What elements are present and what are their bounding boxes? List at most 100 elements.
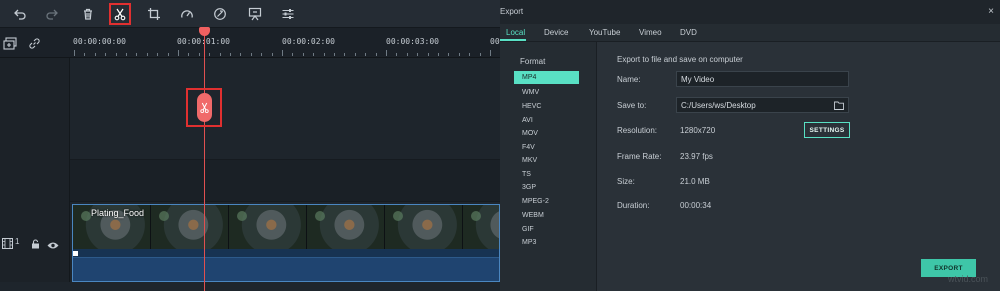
playhead-line	[204, 28, 205, 291]
format-item-3gp[interactable]: 3GP	[514, 181, 579, 194]
undo-icon[interactable]	[10, 4, 30, 24]
clip-label: Plating_Food	[91, 208, 145, 218]
tab-local[interactable]: Local	[506, 28, 525, 37]
timecode-label: 00	[490, 37, 500, 46]
timeline-ruler-row: 00:00:00:00 00:00:01:00 00:00:02:00 00:0…	[0, 28, 500, 58]
settings-button[interactable]: SETTINGS	[804, 122, 850, 138]
ruler-tick	[417, 53, 419, 56]
close-icon[interactable]: ×	[985, 6, 997, 18]
clip-thumbnail	[307, 205, 385, 249]
adjust-icon[interactable]	[278, 4, 298, 24]
ruler-tick	[250, 53, 252, 56]
frame-rate-value: 23.97 fps	[680, 152, 713, 161]
speed-icon[interactable]	[177, 4, 197, 24]
timecode-label: 00:00:03:00	[386, 37, 439, 46]
resolution-label: Resolution:	[617, 126, 658, 135]
tab-dvd[interactable]: DVD	[680, 28, 697, 37]
ruler-tick	[105, 53, 107, 56]
dialog-title: Export	[500, 7, 524, 16]
format-item-wmv[interactable]: WMV	[514, 86, 579, 99]
format-item-ts[interactable]: TS	[514, 168, 579, 181]
format-item-mkv[interactable]: MKV	[514, 154, 579, 167]
format-item-gif[interactable]: GIF	[514, 223, 579, 236]
size-label: Size:	[617, 177, 635, 186]
link-icon[interactable]	[28, 37, 41, 50]
empty-track	[0, 58, 500, 160]
ruler-tick	[136, 53, 138, 56]
delete-icon[interactable]	[78, 4, 98, 24]
video-clip[interactable]: Plating_Food	[72, 204, 500, 282]
format-item-mp4[interactable]: MP4	[514, 71, 579, 84]
split-button[interactable]	[197, 93, 212, 122]
panel-heading: Export to file and save on computer	[617, 55, 743, 64]
name-field[interactable]: My Video	[676, 71, 849, 87]
track-header	[0, 160, 70, 202]
format-item-hevc[interactable]: HEVC	[514, 100, 579, 113]
ruler-tick	[84, 53, 86, 56]
format-item-mpeg2[interactable]: MPEG-2	[514, 195, 579, 208]
format-item-f4v[interactable]: F4V	[514, 141, 579, 154]
color-icon[interactable]	[210, 4, 230, 24]
track-header	[0, 58, 70, 160]
track-header-toolbar	[0, 28, 70, 58]
ruler-tick	[427, 53, 429, 56]
ruler-tick	[490, 50, 491, 56]
lock-icon[interactable]	[31, 236, 40, 249]
split-icon[interactable]	[109, 3, 131, 25]
timeline-ruler[interactable]: 00:00:00:00 00:00:01:00 00:00:02:00 00:0…	[70, 28, 500, 58]
clip-thumbnail	[229, 205, 307, 249]
save-to-path: C:/Users/ws/Desktop	[681, 101, 756, 110]
video-editor: 00:00:00:00 00:00:01:00 00:00:02:00 00:0…	[0, 0, 500, 291]
name-label: Name:	[617, 75, 641, 84]
duration-value: 00:00:34	[680, 201, 712, 210]
save-to-label: Save to:	[617, 101, 647, 110]
clip-thumbnail	[151, 205, 229, 249]
empty-track	[0, 160, 500, 202]
green-screen-icon[interactable]	[245, 4, 265, 24]
timecode-label: 00:00:02:00	[282, 37, 335, 46]
ruler-tick	[209, 53, 211, 56]
ruler-tick	[240, 53, 242, 56]
format-item-mov[interactable]: MOV	[514, 127, 579, 140]
ruler-tick	[126, 53, 127, 56]
tab-youtube[interactable]: YouTube	[589, 28, 620, 37]
folder-icon[interactable]	[834, 101, 844, 110]
ruler-tick	[167, 53, 169, 56]
ruler-tick	[188, 53, 190, 56]
ruler-tick	[479, 53, 481, 56]
redo-icon[interactable]	[42, 4, 62, 24]
eye-icon[interactable]	[47, 237, 59, 249]
ruler-tick	[198, 53, 200, 56]
format-item-webm[interactable]: WEBM	[514, 209, 579, 222]
tab-vimeo[interactable]: Vimeo	[639, 28, 662, 37]
ruler-tick	[292, 53, 294, 56]
crop-icon[interactable]	[144, 4, 164, 24]
ruler-tick	[365, 53, 367, 56]
ruler-tick	[448, 53, 450, 56]
film-icon	[2, 236, 13, 249]
ruler-tick	[396, 53, 398, 56]
ruler-tick	[458, 53, 460, 56]
save-to-field[interactable]: C:/Users/ws/Desktop	[676, 97, 849, 113]
ruler-tick	[334, 53, 335, 56]
resolution-value: 1280x720	[680, 126, 716, 135]
tab-device[interactable]: Device	[544, 28, 568, 37]
format-heading: Format	[520, 57, 546, 66]
frame-rate-label: Frame Rate:	[617, 152, 662, 161]
ruler-tick	[115, 53, 117, 56]
format-item-avi[interactable]: AVI	[514, 114, 579, 127]
timecode-label: 00:00:00:00	[73, 37, 126, 46]
ruler-tick	[375, 53, 377, 56]
split-highlight	[186, 88, 222, 127]
ruler-tick	[261, 53, 263, 56]
ruler-tick	[406, 53, 408, 56]
format-item-mp3[interactable]: MP3	[514, 236, 579, 249]
edit-toolbar	[0, 0, 500, 28]
ruler-tick	[271, 53, 273, 56]
ruler-tick	[302, 53, 304, 56]
video-track-header: 1	[0, 202, 70, 282]
add-track-icon[interactable]	[3, 37, 17, 50]
ruler-tick	[354, 53, 356, 56]
active-tab-indicator	[500, 39, 526, 41]
ruler-tick	[438, 53, 439, 56]
